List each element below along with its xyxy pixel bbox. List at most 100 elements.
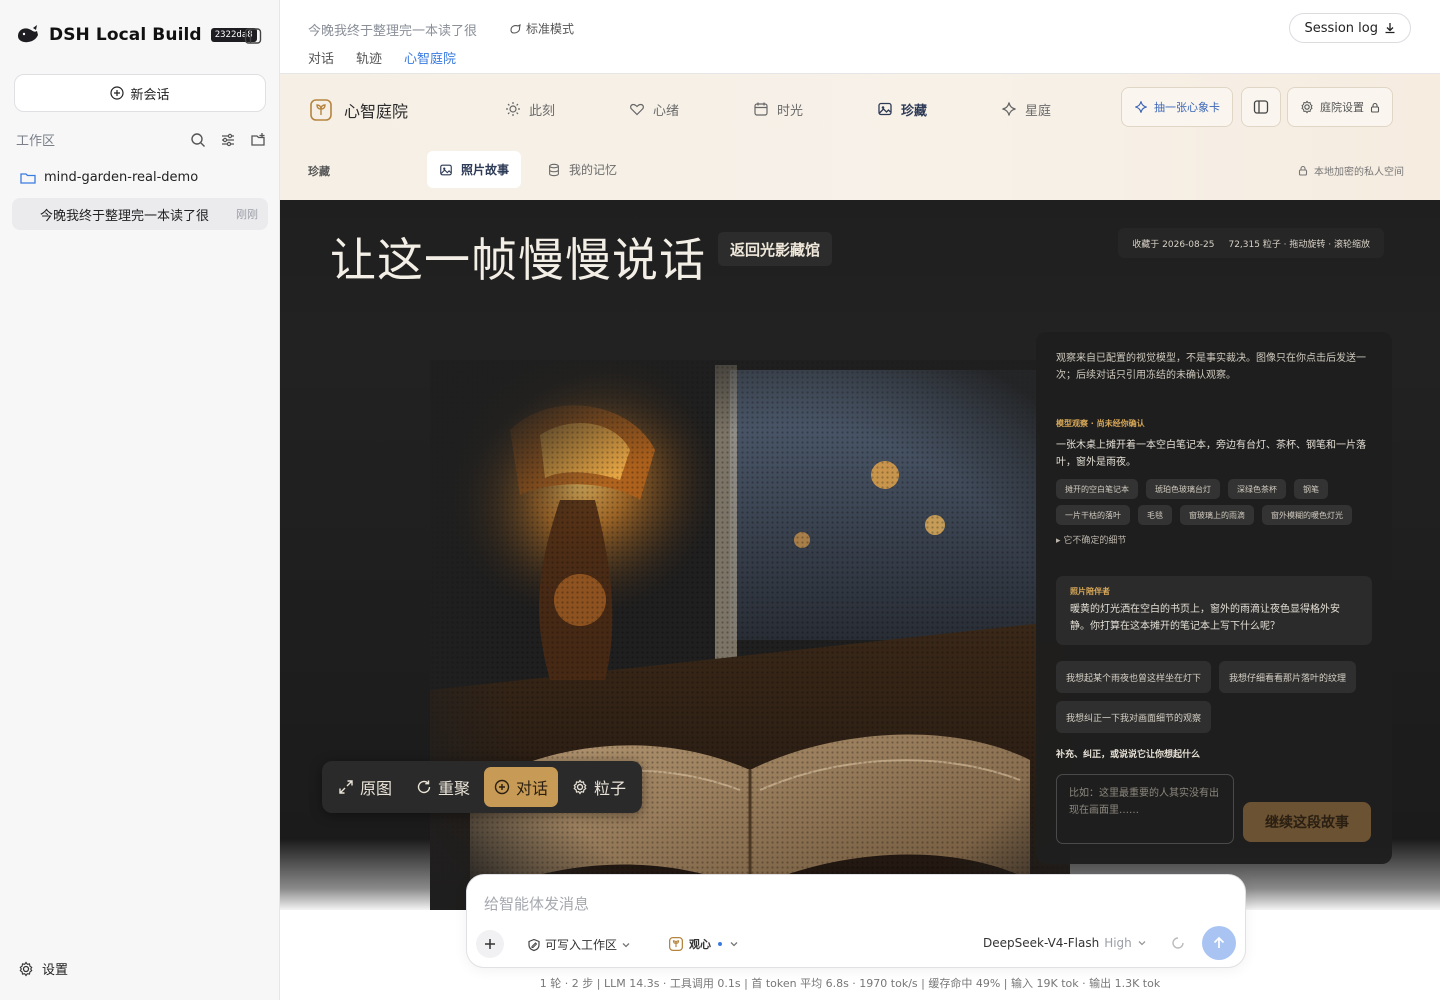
add-context-textarea[interactable]: 比如：这里最重要的人其实没有出现在画面里…… — [1056, 774, 1234, 844]
continue-story-button[interactable]: 继续这段故事 — [1243, 802, 1371, 842]
plus-circle-icon — [494, 779, 510, 795]
permission-label: 可写入工作区 — [545, 938, 618, 952]
expand-icon — [338, 779, 354, 795]
workspace-header: 工作区 — [16, 130, 266, 149]
image-icon — [877, 101, 893, 117]
observation-chip[interactable]: 琥珀色玻璃台灯 — [1146, 479, 1220, 499]
dialogue-button[interactable]: 对话 — [484, 767, 559, 807]
main-area: 今晚我终于整理完一本读了很 标准模式 对话 轨迹 心智庭院 Session lo… — [280, 0, 1440, 1000]
chat-list-item[interactable]: 今晚我终于整理完一本读了很 刚刚 — [12, 198, 268, 230]
folder-name: mind-garden-real-demo — [44, 170, 199, 185]
attach-button[interactable] — [476, 930, 504, 958]
garden-nav-label: 星庭 — [1025, 103, 1052, 119]
workspace-folder[interactable]: mind-garden-real-demo — [20, 170, 198, 185]
chevron-down-icon — [729, 939, 739, 949]
observation-chip[interactable]: 钢笔 — [1294, 479, 1328, 499]
observation-chip[interactable]: 毛毯 — [1138, 505, 1172, 525]
settings-button[interactable]: 设置 — [18, 959, 68, 978]
sidebar: DSH Local Build 2322da8 新会话 工作区 mind-gar… — [0, 0, 280, 1000]
observation-chip[interactable]: 窗外模糊的暖色灯光 — [1262, 505, 1352, 525]
tab-mind-garden[interactable]: 心智庭院 — [404, 48, 457, 76]
folder-icon — [20, 171, 36, 185]
conversation-title: 今晚我终于整理完一本读了很 — [308, 24, 478, 39]
suggestion-button[interactable]: 我想起某个雨夜也曾这样坐在灯下 — [1056, 661, 1212, 693]
heart-icon — [629, 101, 645, 117]
private-note-label: 本地加密的私人空间 — [1314, 167, 1404, 178]
garden-nav-star-court[interactable]: 星庭 — [1001, 98, 1125, 120]
observation-heading: 模型观察 · 尚未经你确认 — [1056, 419, 1145, 428]
observation-chip[interactable]: 深绿色茶杯 — [1228, 479, 1286, 499]
sidebar-toggle-icon[interactable] — [244, 27, 262, 45]
garden-nav-treasures[interactable]: 珍藏 — [877, 98, 1001, 120]
model-name: DeepSeek-V4-Flash — [983, 936, 1100, 950]
chevron-down-icon — [621, 940, 631, 950]
permission-selector[interactable]: 可写入工作区 — [527, 936, 631, 953]
draw-card-button[interactable]: 抽一张心象卡 — [1121, 87, 1233, 127]
particles-button[interactable]: 粒子 — [562, 767, 636, 807]
treasure-sub-tabs: 照片故事 我的记忆 — [427, 151, 629, 188]
garden-nav-time[interactable]: 时光 — [753, 98, 877, 120]
garden-nav: 心智庭院 此刻 心绪 时光 珍藏 星庭 抽一张心象卡 庭院设置 珍藏 照片故事 … — [280, 74, 1440, 200]
session-log-label: Session log — [1304, 20, 1378, 36]
tab-my-memories[interactable]: 我的记忆 — [535, 151, 629, 188]
tab-photo-stories[interactable]: 照片故事 — [427, 151, 522, 188]
calendar-icon — [753, 101, 769, 117]
refresh-icon — [416, 779, 432, 795]
mode-icon — [509, 22, 522, 35]
view-tabs: 对话 轨迹 心智庭院 — [308, 48, 457, 76]
regather-button[interactable]: 重聚 — [406, 767, 480, 807]
private-space-note: 本地加密的私人空间 — [1298, 163, 1404, 178]
new-folder-icon[interactable] — [250, 132, 266, 148]
companion-heading: 照片陪伴者 — [1070, 587, 1110, 596]
tab-photo-stories-label: 照片故事 — [461, 163, 510, 177]
new-chat-button[interactable]: 新会话 — [14, 74, 266, 112]
original-image-button[interactable]: 原图 — [328, 767, 402, 807]
settings-label: 设置 — [42, 963, 69, 978]
brand: DSH Local Build 2322da8 — [16, 24, 257, 46]
session-log-button[interactable]: Session log — [1289, 13, 1411, 43]
observation-chip[interactable]: 摊开的空白笔记本 — [1056, 479, 1138, 499]
tab-chat[interactable]: 对话 — [308, 48, 334, 76]
panel-toggle-button[interactable] — [1241, 87, 1281, 127]
mode-label: 标准模式 — [526, 22, 575, 36]
garden-nav-now[interactable]: 此刻 — [505, 98, 629, 120]
sparkle-icon — [1134, 100, 1148, 114]
model-selector[interactable]: DeepSeek-V4-Flash High — [983, 936, 1147, 950]
tab-trace[interactable]: 轨迹 — [356, 48, 382, 76]
persona-selector[interactable]: 观心 — [669, 936, 739, 952]
photo-companion-message: 照片陪伴者 暖黄的灯光洒在空白的书页上，窗外的雨滴让夜色显得格外安静。你打算在这… — [1056, 576, 1372, 645]
sparkle-icon — [1001, 101, 1017, 117]
uncertain-details-toggle[interactable]: ▸ 它不确定的细节 — [1056, 533, 1372, 546]
panel-toggle-icon — [1253, 99, 1269, 115]
observation-chip[interactable]: 一片干枯的落叶 — [1056, 505, 1130, 525]
message-input[interactable]: 给智能体发消息 — [484, 893, 589, 914]
garden-nav-mood[interactable]: 心绪 — [629, 98, 753, 120]
image-icon — [439, 163, 453, 177]
particle-photo[interactable] — [430, 360, 1070, 910]
plus-circle-icon — [110, 86, 125, 100]
suggestion-list: 我想起某个雨夜也曾这样坐在灯下 我想仔细看看那片落叶的纹理 我想纠正一下我对画面… — [1056, 661, 1372, 733]
back-to-gallery-button[interactable]: 返回光影藏馆 — [718, 232, 833, 266]
observation-text: 一张木桌上摊开着一本空白笔记本，旁边有台灯、茶杯、钢笔和一片落叶，窗外是雨夜。 — [1056, 440, 1366, 468]
observation-chip[interactable]: 窗玻璃上的雨滴 — [1180, 505, 1254, 525]
garden-logo-icon — [310, 99, 332, 121]
gear-icon — [1300, 100, 1314, 114]
reasoning-level: High — [1104, 936, 1132, 950]
suggestion-button[interactable]: 我想纠正一下我对画面细节的观察 — [1056, 701, 1212, 733]
garden-settings-button[interactable]: 庭院设置 — [1287, 87, 1393, 127]
tab-my-memories-label: 我的记忆 — [569, 163, 618, 177]
observation-panel: 观察来自已配置的视觉模型，不是事实裁决。图像只在你点击后发送一次；后续对话只引用… — [1036, 332, 1392, 864]
send-button[interactable] — [1202, 926, 1236, 960]
search-icon[interactable] — [190, 132, 206, 148]
filter-icon[interactable] — [220, 132, 236, 148]
suggestion-button[interactable]: 我想仔细看看那片落叶的纹理 — [1219, 661, 1357, 693]
mode-indicator[interactable]: 标准模式 — [509, 20, 574, 37]
garden-brand-label: 心智庭院 — [344, 102, 409, 121]
message-composer: 给智能体发消息 可写入工作区 观心 DeepSeek-V4-Flash High — [466, 874, 1246, 968]
observation-chips: 摊开的空白笔记本 琥珀色玻璃台灯 深绿色茶杯 钢笔 一片干枯的落叶 毛毯 窗玻璃… — [1056, 479, 1372, 525]
persona-label: 观心 — [689, 938, 711, 951]
gear-icon — [18, 961, 34, 977]
model-disclaimer: 观察来自已配置的视觉模型，不是事实裁决。图像只在你点击后发送一次；后续对话只引用… — [1056, 353, 1366, 381]
garden-nav-label: 心绪 — [653, 103, 680, 119]
add-context-label: 补充、纠正，或说说它让你想起什么 — [1056, 750, 1201, 760]
